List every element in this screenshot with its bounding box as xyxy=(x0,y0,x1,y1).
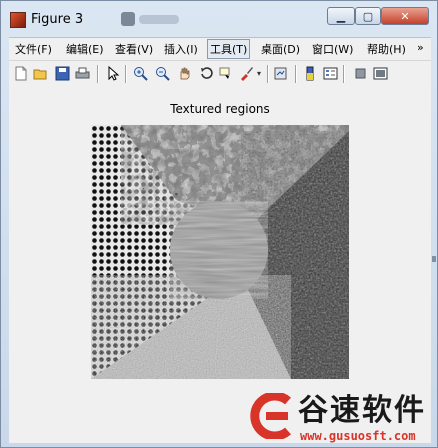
toolbar-separator xyxy=(295,65,297,83)
rotate-3d-icon[interactable] xyxy=(199,66,214,81)
resize-handle[interactable] xyxy=(432,256,436,262)
legend-icon[interactable] xyxy=(323,66,338,81)
edit-plot-arrow-icon[interactable] xyxy=(105,65,120,81)
open-file-icon[interactable] xyxy=(33,66,48,81)
menu-edit[interactable]: 编辑(E) xyxy=(66,41,104,57)
menu-window[interactable]: 窗口(W) xyxy=(312,41,353,57)
menu-desktop[interactable]: 桌面(D) xyxy=(261,41,300,57)
new-figure-icon[interactable] xyxy=(13,66,28,81)
show-plot-tools-icon[interactable] xyxy=(373,66,388,81)
blurred-text xyxy=(139,15,179,24)
menu-file[interactable]: 文件(F) xyxy=(15,41,52,57)
menu-overflow[interactable]: » xyxy=(417,41,424,54)
watermark-url: www.gusuosft.com xyxy=(300,429,416,443)
menu-tools[interactable]: 工具(T) xyxy=(207,39,251,59)
menu-help[interactable]: 帮助(H) xyxy=(367,41,406,57)
brush-icon[interactable] xyxy=(239,66,254,81)
brush-dropdown-icon[interactable]: ▾ xyxy=(255,66,263,81)
blurred-icon xyxy=(121,12,135,26)
toolbar-separator xyxy=(125,65,127,83)
toolbar-separator xyxy=(97,65,99,83)
matlab-icon xyxy=(10,12,26,28)
print-icon[interactable] xyxy=(75,66,90,81)
window-title: Figure 3 xyxy=(31,12,84,27)
data-cursor-icon[interactable] xyxy=(219,66,234,81)
maximize-button[interactable]: ▢ xyxy=(355,7,381,25)
figure-window: Figure 3 ▁ ▢ ✕ 文件(F) 编辑(E) 查看(V) 插入(I) 工… xyxy=(0,0,438,448)
close-button[interactable]: ✕ xyxy=(381,7,429,25)
watermark-logo-icon xyxy=(250,393,291,439)
watermark-brand: 谷速软件 xyxy=(298,393,426,428)
menu-view[interactable]: 查看(V) xyxy=(115,41,153,57)
zoom-in-icon[interactable] xyxy=(133,66,148,81)
title-bar[interactable]: Figure 3 ▁ ▢ ✕ xyxy=(1,1,437,33)
zoom-out-icon[interactable] xyxy=(155,66,170,81)
link-plot-icon[interactable] xyxy=(273,66,288,81)
pan-hand-icon[interactable] xyxy=(177,66,192,81)
texture-image[interactable] xyxy=(91,125,349,379)
figure-toolbar: ▾ xyxy=(9,60,431,88)
toolbar-separator xyxy=(267,65,269,83)
plot-title: Textured regions xyxy=(170,102,270,116)
save-icon[interactable] xyxy=(55,66,70,81)
hide-plot-tools-icon[interactable] xyxy=(353,66,368,81)
toolbar-separator xyxy=(343,65,345,83)
menu-bar: 文件(F) 编辑(E) 查看(V) 插入(I) 工具(T) 桌面(D) 窗口(W… xyxy=(9,37,431,60)
menu-insert[interactable]: 插入(I) xyxy=(164,41,198,57)
colorbar-icon[interactable] xyxy=(303,66,318,81)
watermark: 谷速软件 www.gusuosft.com xyxy=(248,385,438,448)
minimize-button[interactable]: ▁ xyxy=(327,7,355,25)
